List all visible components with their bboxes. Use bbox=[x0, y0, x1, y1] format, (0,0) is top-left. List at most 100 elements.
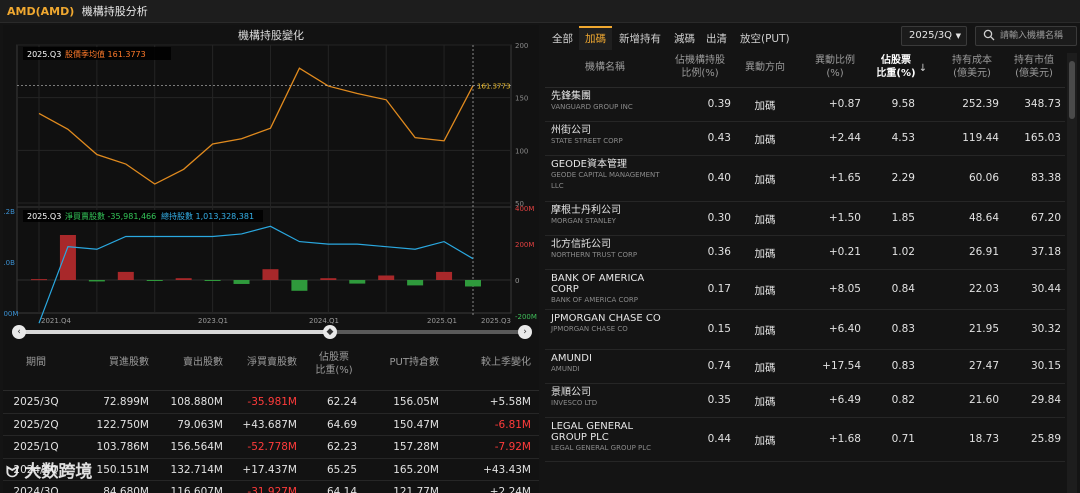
net-tick: 0 bbox=[515, 277, 519, 285]
net-bar bbox=[175, 278, 192, 280]
legend-net: 淨買賣股數 -35,981,466 bbox=[65, 211, 156, 221]
table-cell: 84.680M bbox=[103, 486, 149, 493]
table-cell: 0.82 bbox=[891, 394, 915, 406]
net-bar bbox=[378, 275, 395, 280]
table-cell: 1.02 bbox=[891, 246, 915, 258]
chevron-left-icon[interactable]: ‹ bbox=[12, 325, 26, 339]
table-row[interactable]: 2025/3Q 72.899M 108.880M -35.981M 62.24 156.0… bbox=[3, 391, 539, 414]
institution-name[interactable]: AMUNDI AMUNDI bbox=[551, 353, 663, 375]
institution-name[interactable]: JPMORGAN CHASE CO JPMORGAN CHASE CO bbox=[551, 313, 663, 335]
table-row[interactable]: GEODE資本管理 GEODE CAPITAL MANAGEMENT LLC 0.4… bbox=[545, 156, 1065, 202]
table-cell: 0.84 bbox=[891, 283, 915, 295]
price-flag: 161.3773 bbox=[477, 83, 510, 91]
net-bar bbox=[146, 280, 163, 281]
sort-desc-icon[interactable]: ↓ bbox=[917, 62, 929, 75]
table-cell: +6.40 bbox=[828, 323, 861, 335]
table-row[interactable]: 先鋒集團 VANGUARD GROUP INC 0.39 加碼 +0.87 9.58 252… bbox=[545, 88, 1065, 122]
holding-chart[interactable]: 20015010050161.37732025.Q3 股價季均值 161.3773… bbox=[3, 25, 539, 325]
table-row[interactable]: 摩根士丹利公司 MORGAN STANLEY 0.30 加碼 +1.50 1.85 48.6… bbox=[545, 202, 1065, 236]
tab-put[interactable]: 放空(PUT) bbox=[740, 31, 790, 46]
scrollbar-thumb[interactable] bbox=[1069, 61, 1075, 119]
institution-name[interactable]: 先鋒集團 VANGUARD GROUP INC bbox=[551, 91, 663, 113]
table-cell: 2024/3Q bbox=[13, 486, 59, 493]
institution-name[interactable]: 景順公司 INVESCO LTD bbox=[551, 387, 663, 409]
table-cell: 156.564M bbox=[170, 441, 223, 453]
table-cell: 72.899M bbox=[103, 396, 149, 408]
slider-fill bbox=[14, 330, 334, 334]
tab-increase[interactable]: 加碼 bbox=[579, 26, 612, 50]
table-cell: -31.927M bbox=[247, 486, 297, 493]
institution-name-zh: LEGAL GENERAL GROUP PLC bbox=[551, 421, 634, 443]
table-row[interactable]: 2025/2Q 122.750M 79.063M +43.687M 64.69 150.4… bbox=[3, 414, 539, 436]
table-cell: 21.60 bbox=[968, 394, 999, 406]
table-cell: 加碼 bbox=[754, 174, 776, 186]
table-row[interactable]: 2024/3Q 84.680M 116.607M -31.927M 64.14 121.7… bbox=[3, 481, 539, 493]
table-cell: 18.73 bbox=[968, 433, 999, 445]
table-cell: 64.69 bbox=[326, 418, 357, 431]
table-cell: +8.05 bbox=[828, 283, 861, 295]
search-placeholder: 請輸入機構名稱 bbox=[1000, 31, 1064, 41]
table-cell: +43.43M bbox=[483, 463, 531, 476]
table-cell: 60.06 bbox=[968, 172, 999, 184]
table-cell: +0.87 bbox=[828, 98, 861, 110]
holding-tick: 1.0B bbox=[3, 259, 15, 267]
table-cell: -52.778M bbox=[247, 441, 297, 453]
table-cell: +6.49 bbox=[828, 394, 861, 406]
institution-name[interactable]: 北方信託公司 NORTHERN TRUST CORP bbox=[551, 239, 663, 261]
institution-name-en: AMUNDI bbox=[551, 365, 580, 373]
table-cell: 62.24 bbox=[326, 396, 357, 408]
table-cell: 4.53 bbox=[891, 132, 915, 144]
tab-exit[interactable]: 出清 bbox=[706, 31, 727, 46]
col-change: 較上季變化 bbox=[481, 357, 531, 368]
table-cell: 156.05M bbox=[393, 396, 439, 408]
legend-price: 股價季均值 161.3773 bbox=[65, 49, 146, 59]
legend-quarter: 2025.Q3 bbox=[27, 212, 61, 221]
table-cell: 252.39 bbox=[962, 98, 999, 110]
quarter-select[interactable]: 2025/3Q ▼ bbox=[901, 26, 967, 46]
institution-name[interactable]: LEGAL GENERAL GROUP PLC LEGAL GENERAL GRO… bbox=[551, 421, 663, 454]
slider-handle-icon[interactable]: ◆ bbox=[323, 325, 337, 339]
caret-down-icon: ▼ bbox=[955, 32, 961, 40]
table-cell: 加碼 bbox=[754, 134, 776, 146]
x-tick: 2024.Q1 bbox=[309, 317, 339, 325]
table-cell: 62.23 bbox=[326, 441, 357, 453]
table-row[interactable]: BANK OF AMERICA CORP BANK OF AMERICA CORP… bbox=[545, 270, 1065, 310]
app-window: AMD(AMD) 機構持股分析 機構持股變化 200 150 100 50 161.37… bbox=[0, 0, 1080, 493]
table-row[interactable]: 州街公司 STATE STREET CORP 0.43 加碼 +2.44 4.53 119.… bbox=[545, 122, 1065, 156]
institution-name-en: NORTHERN TRUST CORP bbox=[551, 251, 638, 259]
table-cell: 0.36 bbox=[707, 246, 731, 258]
table-cell: 加碼 bbox=[754, 435, 776, 447]
net-bar bbox=[88, 280, 105, 282]
tab-decrease[interactable]: 減碼 bbox=[674, 31, 695, 46]
price-plot-area bbox=[16, 44, 512, 208]
table-row[interactable]: AMUNDI AMUNDI 0.74 加碼 +17.54 0.83 27.47 30.15 bbox=[545, 350, 1065, 384]
vertical-scrollbar[interactable] bbox=[1067, 53, 1077, 493]
institution-name[interactable]: 州街公司 STATE STREET CORP bbox=[551, 125, 663, 147]
watermark-text: 大数跨境 bbox=[24, 462, 93, 482]
table-cell: 48.64 bbox=[968, 212, 999, 224]
table-cell: 67.20 bbox=[1030, 212, 1061, 224]
table-row[interactable]: JPMORGAN CHASE CO JPMORGAN CHASE CO 0.15 加碼… bbox=[545, 310, 1065, 350]
table-row[interactable]: LEGAL GENERAL GROUP PLC LEGAL GENERAL GRO… bbox=[545, 418, 1065, 462]
table-cell: 121.77M bbox=[393, 486, 439, 493]
institution-name[interactable]: GEODE資本管理 GEODE CAPITAL MANAGEMENT LLC bbox=[551, 159, 663, 192]
chevron-right-icon[interactable]: › bbox=[518, 325, 532, 339]
table-row[interactable]: 景順公司 INVESCO LTD 0.35 加碼 +6.49 0.82 21.60 29.84 bbox=[545, 384, 1065, 418]
table-cell: +1.65 bbox=[828, 172, 861, 184]
table-cell: 加碼 bbox=[754, 100, 776, 112]
page-title: 機構持股分析 bbox=[81, 5, 148, 18]
institution-name-en: JPMORGAN CHASE CO bbox=[551, 325, 628, 333]
net-bar bbox=[59, 235, 76, 280]
table-row[interactable]: 2025/1Q 103.786M 156.564M -52.778M 62.23 157.… bbox=[3, 436, 539, 459]
tab-all[interactable]: 全部 bbox=[552, 31, 573, 46]
institution-name[interactable]: 摩根士丹利公司 MORGAN STANLEY bbox=[551, 205, 663, 227]
institution-name[interactable]: BANK OF AMERICA CORP BANK OF AMERICA CORP bbox=[551, 273, 663, 306]
tab-new[interactable]: 新增持有 bbox=[619, 31, 661, 46]
table-row[interactable]: 北方信託公司 NORTHERN TRUST CORP 0.36 加碼 +0.21 1.02… bbox=[545, 236, 1065, 270]
institution-name-en: INVESCO LTD bbox=[551, 399, 598, 407]
time-range-slider[interactable]: ‹ ◆ › bbox=[12, 325, 532, 339]
institution-name-zh: 州街公司 bbox=[551, 125, 591, 136]
x-tick: 2025.Q1 bbox=[427, 317, 457, 325]
search-input[interactable]: 請輸入機構名稱 bbox=[975, 26, 1077, 46]
col-stock-ratio[interactable]: 佔股票 比重(%) bbox=[871, 54, 921, 80]
